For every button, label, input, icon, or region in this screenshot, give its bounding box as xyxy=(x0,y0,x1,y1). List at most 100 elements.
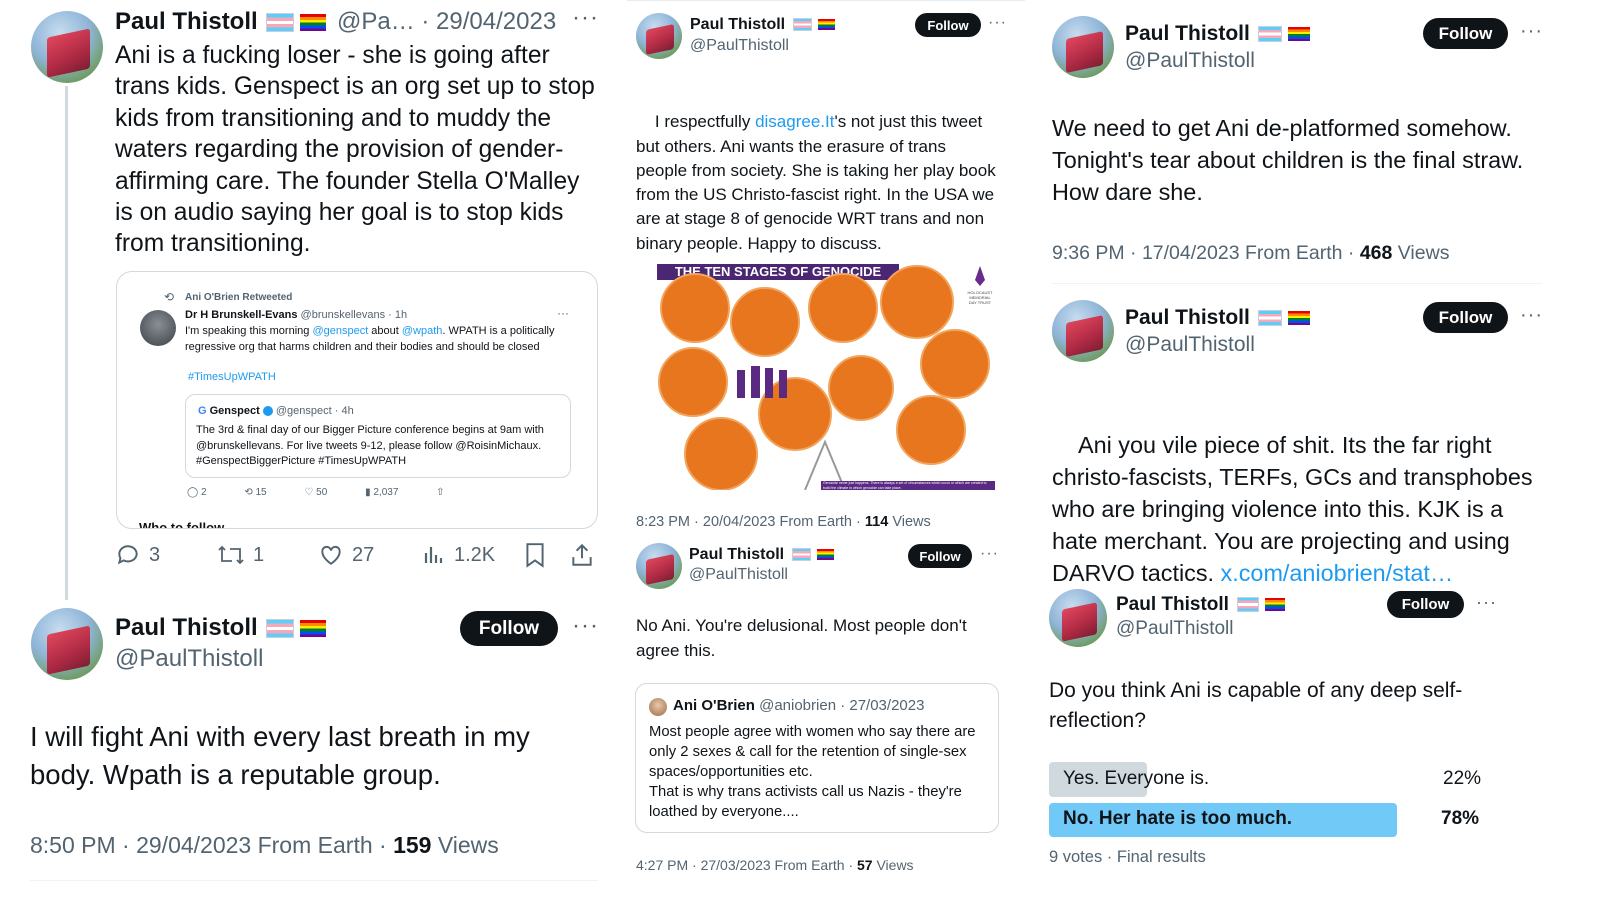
more-options-icon[interactable]: ··· xyxy=(980,545,999,563)
trans-flag-icon xyxy=(265,619,294,639)
author-name-text: Paul Thistoll xyxy=(115,8,258,35)
author-name-text: Paul Thistoll xyxy=(690,16,786,33)
inner-quoted-card[interactable]: G Genspect @genspect · 4h The 3rd & fina… xyxy=(185,394,571,478)
inner-text: The 3rd & final day of our Bigger Pictur… xyxy=(196,424,544,467)
pride-flag-icon xyxy=(817,549,835,561)
pride-flag-icon xyxy=(1287,311,1310,326)
avatar[interactable] xyxy=(1052,300,1114,362)
bookmark-button[interactable] xyxy=(524,542,546,568)
mention-link[interactable]: @wpath xyxy=(402,325,443,337)
avatar[interactable] xyxy=(649,698,667,716)
divider xyxy=(627,0,1025,1)
author-name[interactable]: Paul Thistoll xyxy=(115,614,326,642)
quoted-tweet-card[interactable]: ⟲ Ani O'Brien Retweeted Dr H Brunskell-E… xyxy=(116,271,598,529)
genocide-stages-image[interactable]: THE TEN STAGES OF GENOCIDE HOLOCAUST MEM… xyxy=(655,262,995,490)
author-name[interactable]: Paul Thistoll xyxy=(690,16,836,34)
timestamp[interactable]: 8:23 PM · 20/04/2023 From Earth · xyxy=(636,514,865,530)
more-options-icon[interactable]: ··· xyxy=(1520,20,1543,43)
trans-flag-icon xyxy=(1236,597,1259,613)
graphic-footer: Genocide never just happens. There is al… xyxy=(823,481,987,490)
pride-flag-icon xyxy=(299,620,326,638)
quoted-stats: ◯ 2 ⟲ 15 ♡ 50 ▮ 2,037 ⇧ xyxy=(187,487,445,498)
views-count: 159 xyxy=(393,832,432,858)
hashtag-link[interactable]: #TimesUpWPATH xyxy=(188,371,276,383)
heart-icon xyxy=(321,545,341,565)
poll-question: Do you think Ani is capable of any deep … xyxy=(1049,679,1463,732)
tweet-meta: 8:23 PM · 20/04/2023 From Earth · 114 Vi… xyxy=(636,514,931,530)
trans-flag-icon xyxy=(265,13,294,33)
follow-button[interactable]: Follow xyxy=(908,544,972,568)
more-options-icon[interactable]: ··· xyxy=(1476,592,1497,613)
quoted-text: Most people agree with women who say the… xyxy=(649,724,976,820)
author-handle[interactable]: @PaulThistoll xyxy=(1125,49,1255,73)
tweet-text: Ani is a fucking loser - she is going af… xyxy=(115,42,602,258)
avatar[interactable] xyxy=(636,13,682,59)
author-handle[interactable]: @PaulThistoll xyxy=(690,37,789,55)
avatar[interactable] xyxy=(31,608,103,680)
timestamp[interactable]: 8:50 PM · 29/04/2023 From Earth · xyxy=(30,832,393,858)
avatar[interactable] xyxy=(31,11,103,83)
author-handle[interactable]: @PaulThistoll xyxy=(1116,618,1234,640)
follow-button[interactable]: Follow xyxy=(460,611,558,646)
views-icon[interactable]: ▮ xyxy=(365,487,371,498)
more-options-icon[interactable]: ··· xyxy=(1520,304,1543,327)
poll-footer: 9 votes · Final results xyxy=(1049,848,1206,866)
pride-flag-icon xyxy=(1287,27,1310,42)
share-icon[interactable]: ⇧ xyxy=(436,487,444,498)
mention-link[interactable]: @genspect xyxy=(312,325,368,337)
author-handle[interactable]: @PaulThistoll xyxy=(1125,333,1255,357)
like-count: 27 xyxy=(352,543,375,566)
reply-icon[interactable]: ◯ xyxy=(187,487,198,498)
author-name[interactable]: Paul Thistoll xyxy=(1125,306,1310,330)
poll-option-percent: 22% xyxy=(1443,768,1482,789)
quoted-author: Ani O'Brien @aniobrien · 27/03/2023 xyxy=(673,697,924,714)
retweet-icon: ⟲ xyxy=(164,290,175,304)
avatar[interactable] xyxy=(1052,16,1114,78)
follow-button[interactable]: Follow xyxy=(915,13,981,37)
like-button[interactable]: 27 xyxy=(318,542,374,568)
like-icon[interactable]: ♡ xyxy=(304,487,313,498)
more-options-icon[interactable]: ··· xyxy=(557,306,569,320)
inline-link[interactable]: disagree.It xyxy=(755,112,834,131)
who-to-follow-cutoff: Who to follow xyxy=(139,520,225,529)
quoted-author-name: Ani O'Brien xyxy=(673,697,755,714)
reply-button[interactable]: 3 xyxy=(115,542,160,568)
share-button[interactable] xyxy=(569,542,595,568)
retweet-icon[interactable]: ⟲ xyxy=(244,487,252,498)
more-options-icon[interactable]: ··· xyxy=(988,14,1007,32)
retweet-button[interactable]: 1 xyxy=(217,542,264,568)
poll-option-label: Yes. Everyone is. xyxy=(1063,768,1210,789)
more-options-icon[interactable]: ··· xyxy=(572,4,599,32)
quoted-tweet-card[interactable]: Ani O'Brien @aniobrien · 27/03/2023 Most… xyxy=(635,683,999,833)
avatar[interactable] xyxy=(636,543,682,589)
timestamp[interactable]: 9:36 PM · 17/04/2023 From Earth · xyxy=(1052,242,1360,264)
tweet-link[interactable]: x.com/aniobrien/stat… xyxy=(1221,560,1454,586)
avatar[interactable] xyxy=(140,310,176,346)
follow-button[interactable]: Follow xyxy=(1423,18,1508,49)
author-name[interactable]: Paul Thistoll xyxy=(1116,594,1285,616)
author-handle[interactable]: @PaulThistoll xyxy=(115,645,263,673)
avatar[interactable] xyxy=(1049,589,1107,647)
author-name-text: Paul Thistoll xyxy=(1125,306,1250,329)
handle-date[interactable]: @Pa… · 29/04/2023 xyxy=(337,8,556,36)
pride-flag-icon xyxy=(818,19,836,31)
author-name[interactable]: Paul Thistoll xyxy=(1125,22,1310,46)
author-name[interactable]: Paul Thistoll xyxy=(115,8,326,36)
share-icon xyxy=(572,543,592,566)
poll-option-label: No. Her hate is too much. xyxy=(1063,808,1293,829)
views-button[interactable]: 1.2K xyxy=(422,542,495,568)
author-handle[interactable]: @PaulThistoll xyxy=(689,566,788,584)
trans-flag-icon xyxy=(793,18,813,32)
quoted-text: I'm speaking this morning @genspect abou… xyxy=(185,325,555,353)
views-count: 57 xyxy=(857,857,873,873)
author-name[interactable]: Paul Thistoll xyxy=(689,546,835,564)
tweet-meta: 8:50 PM · 29/04/2023 From Earth · 159 Vi… xyxy=(30,832,499,858)
quoted-author-name: Dr H Brunskell-Evans xyxy=(185,309,298,321)
timestamp[interactable]: 4:27 PM · 27/03/2023 From Earth · xyxy=(636,857,857,873)
tweet-meta: 4:27 PM · 27/03/2023 From Earth · 57 Vie… xyxy=(636,857,914,873)
follow-button[interactable]: Follow xyxy=(1423,302,1508,333)
tweet-text: I respectfully disagree.It's not just th… xyxy=(636,112,1001,253)
follow-button[interactable]: Follow xyxy=(1387,591,1464,618)
inner-author-handle: @genspect · 4h xyxy=(275,405,354,417)
more-options-icon[interactable]: ··· xyxy=(572,612,599,640)
